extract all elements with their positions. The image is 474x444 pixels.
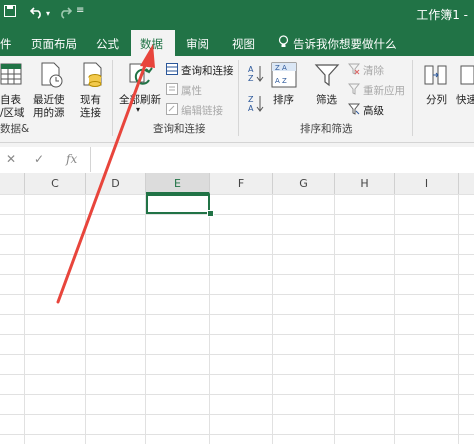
tab-page-layout[interactable]: 页面布局 (31, 36, 77, 52)
edit-links-button[interactable]: 编辑链接 (181, 103, 223, 118)
clear-icon (347, 63, 361, 78)
insert-function-icon[interactable]: fx (66, 152, 77, 166)
grid-line (145, 194, 146, 444)
queries-connections-icon (166, 63, 178, 78)
existing-connections-label-2: 连接 (80, 107, 101, 119)
selected-cell-e1[interactable] (146, 194, 210, 214)
svg-text:Z A: Z A (275, 64, 287, 72)
tab-review[interactable]: 审阅 (186, 36, 209, 52)
text-to-columns-label: 分列 (426, 94, 447, 106)
undo-dropdown-icon[interactable]: ▾ (46, 9, 50, 18)
group-sort-filter-label: 排序和筛选 (300, 123, 353, 135)
recent-sources-icon[interactable] (40, 62, 64, 91)
grid-line (85, 194, 86, 444)
svg-text:A Z: A Z (275, 77, 287, 85)
tab-file[interactable]: 件 (0, 36, 12, 52)
title-bar: ▾ ≡ 工作簿1 - (0, 0, 474, 28)
column-header-partial[interactable] (459, 173, 474, 194)
grid-line (394, 194, 395, 444)
sort-label: 排序 (273, 94, 294, 106)
customize-qat-icon[interactable]: ≡ (76, 5, 84, 16)
group-get-transform-label: 数据& (0, 123, 30, 135)
tab-formulas[interactable]: 公式 (96, 36, 119, 52)
column-headers: C D E F G H I (0, 173, 474, 195)
column-header-f[interactable]: F (210, 173, 273, 194)
clear-button[interactable]: 清除 (363, 63, 384, 78)
queries-connections-button[interactable]: 查询和连接 (181, 63, 234, 78)
svg-text:Z: Z (248, 74, 254, 83)
from-table-label-2: /区域 (0, 107, 25, 119)
column-header-g[interactable]: G (273, 173, 335, 194)
refresh-dropdown-icon[interactable]: ▾ (136, 105, 140, 114)
column-header-i[interactable]: I (395, 173, 459, 194)
save-icon[interactable] (4, 5, 16, 21)
tab-view[interactable]: 视图 (232, 36, 255, 52)
recent-sources-label-2: 用的源 (33, 107, 65, 119)
sort-icon[interactable]: Z A A Z (271, 62, 297, 91)
flash-fill-label: 快速 (456, 94, 474, 106)
edit-links-icon (166, 103, 178, 118)
ribbon-separator (238, 60, 239, 136)
refresh-all-icon[interactable] (128, 62, 154, 91)
flash-fill-icon[interactable] (460, 62, 474, 91)
advanced-button[interactable]: 高级 (363, 103, 384, 118)
tab-data[interactable]: 数据 (131, 30, 175, 56)
worksheet-grid[interactable] (0, 194, 474, 444)
filter-label: 筛选 (316, 94, 337, 106)
formula-bar: ✕ ✓ fx (0, 143, 474, 174)
tell-me-search[interactable]: 告诉我你想要做什么 (293, 36, 397, 52)
grid-line (334, 194, 335, 444)
advanced-filter-icon (347, 103, 361, 118)
group-queries-label: 查询和连接 (153, 123, 206, 135)
reapply-button[interactable]: 重新应用 (363, 83, 405, 98)
grid-line (458, 194, 459, 444)
filter-icon[interactable] (314, 62, 340, 91)
reapply-icon (347, 83, 361, 98)
existing-connections-icon[interactable] (82, 62, 104, 91)
ribbon-separator (112, 60, 113, 136)
grid-line (272, 194, 273, 444)
formula-input[interactable] (90, 147, 474, 172)
grid-line (24, 194, 25, 444)
enter-icon[interactable]: ✓ (34, 152, 44, 166)
window-title: 工作簿1 - (416, 8, 468, 22)
redo-icon[interactable] (58, 5, 73, 23)
lightbulb-icon (278, 35, 289, 51)
tab-data-label: 数据 (140, 37, 163, 51)
ribbon-separator (412, 60, 413, 136)
properties-icon (166, 83, 178, 98)
svg-text:A: A (248, 104, 254, 113)
column-header-d[interactable]: D (86, 173, 146, 194)
ribbon-data: 自表 /区域 最近使 用的源 现有 连接 数据& 全部刷新 ▾ 查询和连接 属性… (0, 56, 474, 143)
ribbon-tab-bar: 件 页面布局 公式 数据 审阅 视图 告诉我你想要做什么 (0, 28, 474, 56)
column-header-e[interactable]: E (146, 173, 210, 194)
column-header-c[interactable]: C (25, 173, 86, 194)
svg-text:A: A (248, 65, 254, 74)
grid-line (209, 194, 210, 444)
column-header-partial[interactable] (0, 173, 25, 194)
undo-icon[interactable] (29, 5, 44, 23)
cancel-icon[interactable]: ✕ (6, 152, 16, 166)
column-header-h[interactable]: H (335, 173, 395, 194)
sort-az-icon[interactable]: AZ (248, 64, 264, 87)
text-to-columns-icon[interactable] (424, 62, 448, 91)
properties-button[interactable]: 属性 (181, 83, 202, 98)
sort-za-icon[interactable]: ZA (248, 94, 264, 117)
svg-text:Z: Z (248, 95, 254, 104)
fill-handle[interactable] (207, 210, 214, 217)
from-table-icon[interactable] (0, 62, 24, 89)
